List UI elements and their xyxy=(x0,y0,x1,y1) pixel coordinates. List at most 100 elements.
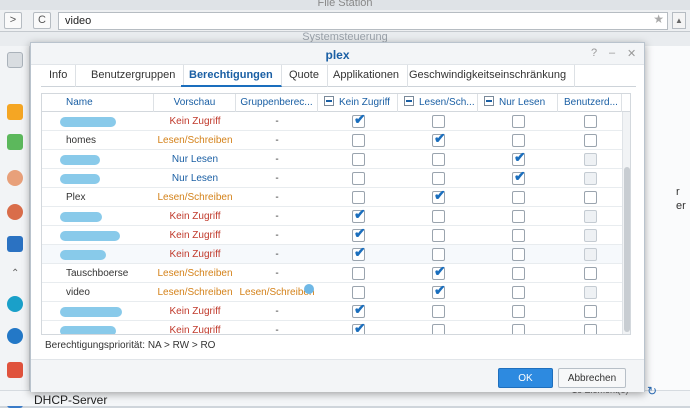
collapse-chevron-icon[interactable]: ⌃ xyxy=(11,268,19,279)
col-kein-zugriff[interactable]: Kein Zugriff xyxy=(318,94,398,112)
domain-icon[interactable] xyxy=(7,236,23,252)
lesen-schreiben-checkbox[interactable]: ✔ xyxy=(432,264,446,280)
lesen-schreiben-checkbox[interactable]: ✔ xyxy=(432,131,446,147)
select-all-checkbox[interactable] xyxy=(484,96,494,106)
benutzerdefiniert-checkbox[interactable] xyxy=(584,115,597,128)
tab-info[interactable]: Info xyxy=(41,65,77,87)
cancel-button[interactable]: Abbrechen xyxy=(558,368,626,388)
benutzerdefiniert-checkbox[interactable] xyxy=(584,153,597,166)
benutzerdefiniert-checkbox[interactable] xyxy=(584,172,597,185)
vertical-scrollbar[interactable] xyxy=(622,112,630,334)
kein-zugriff-checkbox[interactable] xyxy=(352,286,365,299)
col-gruppen[interactable]: Gruppenberec... xyxy=(236,94,318,112)
lesen-schreiben-checkbox[interactable]: ✔ xyxy=(432,283,446,299)
select-all-checkbox[interactable] xyxy=(404,96,414,106)
table-row[interactable]: Kein Zugriff - ✔ xyxy=(42,207,622,226)
lesen-schreiben-checkbox[interactable] xyxy=(432,248,445,261)
benutzerdefiniert-checkbox[interactable] xyxy=(584,305,597,318)
lesen-schreiben-checkbox[interactable] xyxy=(432,115,445,128)
kein-zugriff-checkbox[interactable]: ✔ xyxy=(352,207,366,223)
kein-zugriff-checkbox[interactable]: ✔ xyxy=(352,321,366,334)
tab-benutzergruppen[interactable]: Benutzergruppen xyxy=(83,65,185,87)
nur-lesen-checkbox[interactable] xyxy=(512,324,525,334)
scroll-up-icon[interactable]: ▲ xyxy=(672,12,686,29)
nur-lesen-checkbox[interactable] xyxy=(512,210,525,223)
back-button[interactable]: > xyxy=(4,12,22,29)
sidebar-item-dhcp-server[interactable]: DHCP-Server xyxy=(34,393,107,407)
nur-lesen-checkbox[interactable]: ✔ xyxy=(512,150,526,166)
scrollbar-thumb[interactable] xyxy=(624,167,630,332)
table-row[interactable]: homes Lesen/Schreiben - ✔ xyxy=(42,131,622,150)
lesen-schreiben-checkbox[interactable] xyxy=(432,210,445,223)
table-row[interactable]: Kein Zugriff - ✔ xyxy=(42,302,622,321)
benutzerdefiniert-checkbox[interactable] xyxy=(584,229,597,242)
kein-zugriff-checkbox[interactable]: ✔ xyxy=(352,112,366,128)
tab-berechtigungen[interactable]: Berechtigungen xyxy=(181,65,282,87)
user-icon[interactable] xyxy=(7,170,23,186)
table-row[interactable]: Kein Zugriff - ✔ xyxy=(42,112,622,131)
kein-zugriff-checkbox[interactable]: ✔ xyxy=(352,302,366,318)
lesen-schreiben-checkbox[interactable] xyxy=(432,229,445,242)
col-nur-lesen[interactable]: Nur Lesen xyxy=(478,94,558,112)
network-icon[interactable] xyxy=(7,328,23,344)
benutzerdefiniert-checkbox[interactable] xyxy=(584,286,597,299)
nur-lesen-checkbox[interactable] xyxy=(512,286,525,299)
table-row[interactable]: Plex Lesen/Schreiben - ✔ xyxy=(42,188,622,207)
table-row[interactable]: video Lesen/Schreiben Lesen/Schreiben ✔ xyxy=(42,283,622,302)
kein-zugriff-checkbox[interactable]: ✔ xyxy=(352,226,366,242)
star-icon[interactable]: ★ xyxy=(653,12,664,26)
nur-lesen-checkbox[interactable] xyxy=(512,134,525,147)
benutzerdefiniert-checkbox[interactable] xyxy=(584,191,597,204)
col-vorschau[interactable]: Vorschau xyxy=(154,94,236,112)
ok-button[interactable]: OK xyxy=(498,368,553,388)
share-icon[interactable] xyxy=(7,104,23,120)
url-input[interactable]: video xyxy=(58,12,668,30)
select-all-checkbox[interactable] xyxy=(324,96,334,106)
lesen-schreiben-checkbox[interactable] xyxy=(432,305,445,318)
table-row[interactable]: Kein Zugriff - ✔ xyxy=(42,245,622,264)
nur-lesen-checkbox[interactable] xyxy=(512,229,525,242)
nur-lesen-checkbox[interactable] xyxy=(512,191,525,204)
tab-quote[interactable]: Quote xyxy=(281,65,328,87)
minimize-icon[interactable]: – xyxy=(609,47,615,59)
col-name[interactable]: Name xyxy=(52,94,154,112)
close-icon[interactable]: ✕ xyxy=(627,47,636,60)
kein-zugriff-checkbox[interactable] xyxy=(352,172,365,185)
file-services-icon[interactable] xyxy=(7,134,23,150)
tab-applikationen[interactable]: Applikationen xyxy=(325,65,409,87)
nur-lesen-checkbox[interactable] xyxy=(512,267,525,280)
table-row[interactable]: Kein Zugriff - ✔ xyxy=(42,226,622,245)
benutzerdefiniert-checkbox[interactable] xyxy=(584,248,597,261)
group-icon[interactable] xyxy=(7,204,23,220)
table-row[interactable]: Kein Zugriff - ✔ xyxy=(42,321,622,334)
benutzerdefiniert-checkbox[interactable] xyxy=(584,134,597,147)
home-icon[interactable] xyxy=(7,52,23,68)
lesen-schreiben-checkbox[interactable] xyxy=(432,172,445,185)
benutzerdefiniert-checkbox[interactable] xyxy=(584,210,597,223)
kein-zugriff-checkbox[interactable] xyxy=(352,191,365,204)
lesen-schreiben-checkbox[interactable] xyxy=(432,153,445,166)
col-benutzer[interactable]: Benutzerd... xyxy=(558,94,622,112)
benutzerdefiniert-checkbox[interactable] xyxy=(584,324,597,334)
tab-geschwindigkeit[interactable]: Geschwindigkeitseinschränkung xyxy=(401,65,576,87)
benutzerdefiniert-checkbox[interactable] xyxy=(584,267,597,280)
nur-lesen-checkbox[interactable] xyxy=(512,305,525,318)
col-lesen-schreiben[interactable]: Lesen/Sch... xyxy=(398,94,478,112)
table-row[interactable]: Nur Lesen - ✔ xyxy=(42,169,622,188)
kein-zugriff-checkbox[interactable] xyxy=(352,134,365,147)
table-row[interactable]: Nur Lesen - ✔ xyxy=(42,150,622,169)
nur-lesen-checkbox[interactable] xyxy=(512,248,525,261)
help-icon[interactable]: ? xyxy=(591,47,597,59)
kein-zugriff-checkbox[interactable] xyxy=(352,267,365,280)
refresh-icon[interactable]: ↻ xyxy=(647,384,657,398)
nur-lesen-checkbox[interactable]: ✔ xyxy=(512,169,526,185)
kein-zugriff-checkbox[interactable] xyxy=(352,153,365,166)
lesen-schreiben-checkbox[interactable]: ✔ xyxy=(432,188,446,204)
refresh-icon[interactable]: C xyxy=(33,12,51,29)
lesen-schreiben-checkbox[interactable] xyxy=(432,324,445,334)
nur-lesen-checkbox[interactable] xyxy=(512,115,525,128)
table-row[interactable]: Tauschboerse Lesen/Schreiben - ✔ xyxy=(42,264,622,283)
kein-zugriff-checkbox[interactable]: ✔ xyxy=(352,245,366,261)
security-icon[interactable] xyxy=(7,362,23,378)
quickconnect-icon[interactable] xyxy=(7,296,23,312)
